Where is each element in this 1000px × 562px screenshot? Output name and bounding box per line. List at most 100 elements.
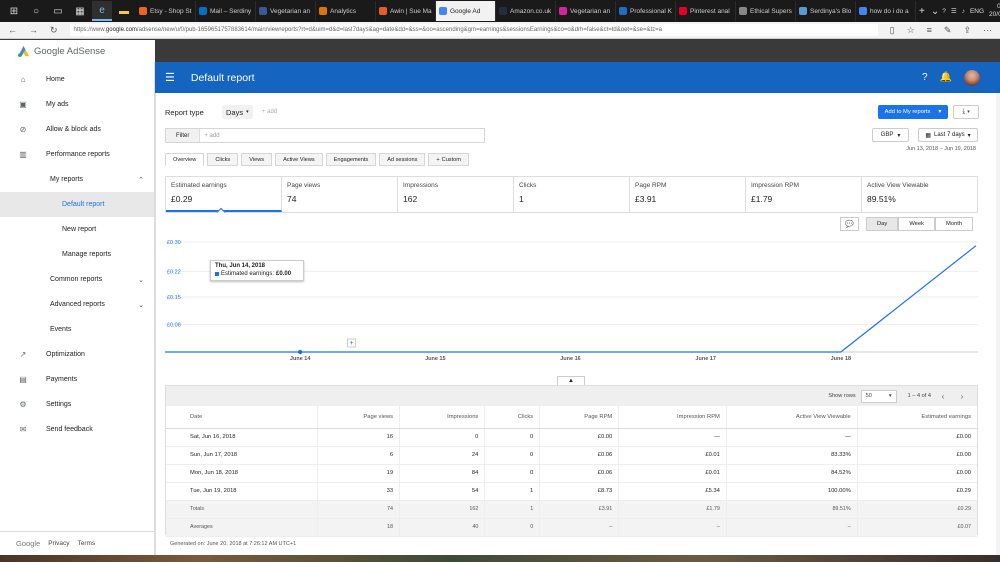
- avatar[interactable]: [964, 69, 980, 86]
- period-month-button[interactable]: Month: [935, 217, 974, 231]
- notes-icon[interactable]: ✎: [944, 25, 952, 36]
- volume-icon[interactable]: ♪: [962, 8, 965, 15]
- column-header[interactable]: Date: [166, 406, 318, 429]
- filter-button[interactable]: Filter: [166, 129, 201, 142]
- download-button[interactable]: ⤓ ▾: [953, 105, 979, 119]
- report-type-dropdown[interactable]: Days ▾: [222, 105, 253, 119]
- add-dimension-link[interactable]: + add: [262, 109, 277, 115]
- network-icon[interactable]: ☰: [951, 7, 957, 15]
- adsense-logo[interactable]: Google AdSense: [0, 40, 155, 62]
- folder-icon[interactable]: ▬: [114, 1, 134, 21]
- annotation-icon[interactable]: 💬: [840, 217, 859, 231]
- sidebar-item-home[interactable]: ⌂ Home: [0, 67, 154, 92]
- edge-browser-icon[interactable]: e: [92, 1, 112, 21]
- column-header[interactable]: Page views: [316, 406, 400, 429]
- reading-view-icon[interactable]: ▯: [890, 25, 895, 36]
- date-range-dropdown[interactable]: ▦ Last 7 days ▾: [918, 128, 978, 142]
- metric-card[interactable]: Clicks 1: [514, 177, 630, 212]
- earnings-line-chart[interactable]: £0.30 £0.22 £0.15 £0.08 June 14 June 15 June 1…: [165, 235, 978, 373]
- column-header[interactable]: Impressions: [399, 406, 485, 429]
- sidebar-item-payments[interactable]: ▤ Payments: [0, 367, 154, 392]
- privacy-link[interactable]: Privacy: [48, 540, 69, 547]
- chevron-down-icon: ▾: [938, 109, 942, 115]
- column-header[interactable]: Active View Viewable: [725, 406, 858, 429]
- browser-tab[interactable]: Etsy - Shop St: [136, 1, 196, 21]
- sidebar-item-manage-reports[interactable]: Manage reports: [0, 242, 154, 267]
- metric-card[interactable]: Active View Viewable 89.51%: [862, 177, 977, 212]
- metric-card[interactable]: Estimated earnings £0.29: [166, 177, 282, 212]
- tab-views[interactable]: Views: [241, 153, 273, 166]
- favorites-hub-icon[interactable]: ≡: [927, 25, 932, 36]
- tab-list-chevron-icon[interactable]: ⌄: [931, 6, 939, 17]
- browser-tab[interactable]: Vegetarian an: [556, 1, 616, 21]
- collapse-chart-button[interactable]: ▲: [557, 376, 585, 385]
- add-filter-input[interactable]: + add: [200, 133, 219, 139]
- refresh-icon[interactable]: ↻: [50, 25, 58, 36]
- sidebar-item-my-ads[interactable]: ▣ My ads: [0, 92, 154, 117]
- sidebar-item-my-reports[interactable]: My reports ⌃: [0, 167, 154, 192]
- browser-tab[interactable]: Amazon.co.uk: [496, 1, 556, 21]
- currency-dropdown[interactable]: GBP ▾: [872, 128, 909, 142]
- sidebar-item-performance-reports[interactable]: ▥ Performance reports: [0, 142, 154, 167]
- favorite-star-icon[interactable]: ☆: [907, 25, 915, 36]
- sidebar-item-common-reports[interactable]: Common reports ⌄: [0, 267, 154, 292]
- hamburger-menu-icon[interactable]: ☰: [165, 71, 175, 84]
- tab-ad-sessions[interactable]: Ad sessions: [379, 153, 426, 166]
- column-header[interactable]: Estimated earnings: [856, 406, 977, 429]
- store-icon[interactable]: ▦: [70, 1, 90, 21]
- browser-tab[interactable]: Google Ad: [436, 1, 496, 21]
- column-header[interactable]: Impression RPM: [618, 406, 727, 429]
- tab-active-views[interactable]: Active Views: [275, 153, 323, 166]
- browser-tab[interactable]: Serdinya's Blo: [796, 1, 856, 21]
- share-icon[interactable]: ⇪: [963, 25, 971, 36]
- tab-engagements[interactable]: Engagements: [325, 153, 377, 166]
- clock[interactable]: 08:42 20/06/2018: [989, 3, 1000, 19]
- metric-card[interactable]: Page views 74: [282, 177, 398, 212]
- terms-link[interactable]: Terms: [78, 540, 96, 547]
- metric-card[interactable]: Impressions 162: [398, 177, 514, 212]
- browser-tab[interactable]: Professional K: [616, 1, 676, 21]
- browser-tab[interactable]: Vegetarian an: [256, 1, 316, 21]
- help-icon[interactable]: ?: [942, 8, 946, 15]
- sidebar-item-send-feedback[interactable]: ✉ Send feedback: [0, 417, 154, 442]
- previous-page-icon[interactable]: ‹: [936, 390, 950, 403]
- browser-tab[interactable]: Ethical Supers: [736, 1, 796, 21]
- next-page-icon[interactable]: ›: [955, 390, 969, 403]
- browser-tab[interactable]: Analytics: [316, 1, 376, 21]
- task-view-icon[interactable]: ▭: [48, 1, 68, 21]
- url-field[interactable]: https://www. google.com/adsense/new/u/0/p…: [69, 24, 878, 36]
- column-header[interactable]: Page RPM: [539, 406, 619, 429]
- sidebar-item-default-report[interactable]: Default report: [0, 192, 154, 217]
- language-indicator[interactable]: ENG: [970, 8, 984, 15]
- notification-bell-icon[interactable]: 🔔: [940, 72, 952, 83]
- back-icon[interactable]: ←: [8, 25, 17, 35]
- metric-card[interactable]: Page RPM £3.91: [630, 177, 746, 212]
- earnings-chart[interactable]: £0.30 £0.22 £0.15 £0.08 June 14 June 15 June 1…: [165, 235, 978, 373]
- add-to-my-reports-button[interactable]: Add to My reports ▾: [878, 105, 948, 119]
- sidebar-item-advanced-reports[interactable]: Advanced reports ⌄: [0, 292, 154, 317]
- browser-tab[interactable]: Pinterest anal: [676, 1, 736, 21]
- tab-clicks[interactable]: Clicks: [207, 153, 239, 166]
- sidebar-item-settings[interactable]: ⚙ Settings: [0, 392, 154, 417]
- help-circle-icon[interactable]: ?: [922, 72, 928, 83]
- column-header[interactable]: Clicks: [484, 406, 540, 429]
- more-icon[interactable]: ···: [983, 25, 992, 36]
- cortana-icon[interactable]: ○: [26, 1, 46, 21]
- tab-custom[interactable]: + Custom: [428, 153, 469, 166]
- sidebar-item-events[interactable]: Events: [0, 317, 154, 342]
- sidebar-item-allow-block-ads[interactable]: ⊘ Allow & block ads: [0, 117, 154, 142]
- browser-tab[interactable]: Mail – Serdiny: [196, 1, 256, 21]
- forward-icon[interactable]: →: [29, 25, 38, 35]
- period-week-button[interactable]: Week: [898, 217, 936, 231]
- rows-per-page-dropdown[interactable]: 50 ▾: [860, 389, 897, 403]
- metric-card[interactable]: Impression RPM £1.79: [746, 177, 862, 212]
- new-tab-icon[interactable]: +: [919, 6, 925, 17]
- page-scrollbar[interactable]: [996, 93, 1000, 555]
- period-day-button[interactable]: Day: [866, 217, 899, 231]
- browser-tab[interactable]: Awin | Sue Ma: [376, 1, 436, 21]
- sidebar-item-new-report[interactable]: New report: [0, 217, 154, 242]
- windows-start-icon[interactable]: ⊞: [4, 1, 24, 21]
- browser-tab[interactable]: how do i do a: [856, 1, 916, 21]
- sidebar-item-optimization[interactable]: ↗ Optimization: [0, 342, 154, 367]
- tab-overview[interactable]: Overview: [165, 153, 205, 166]
